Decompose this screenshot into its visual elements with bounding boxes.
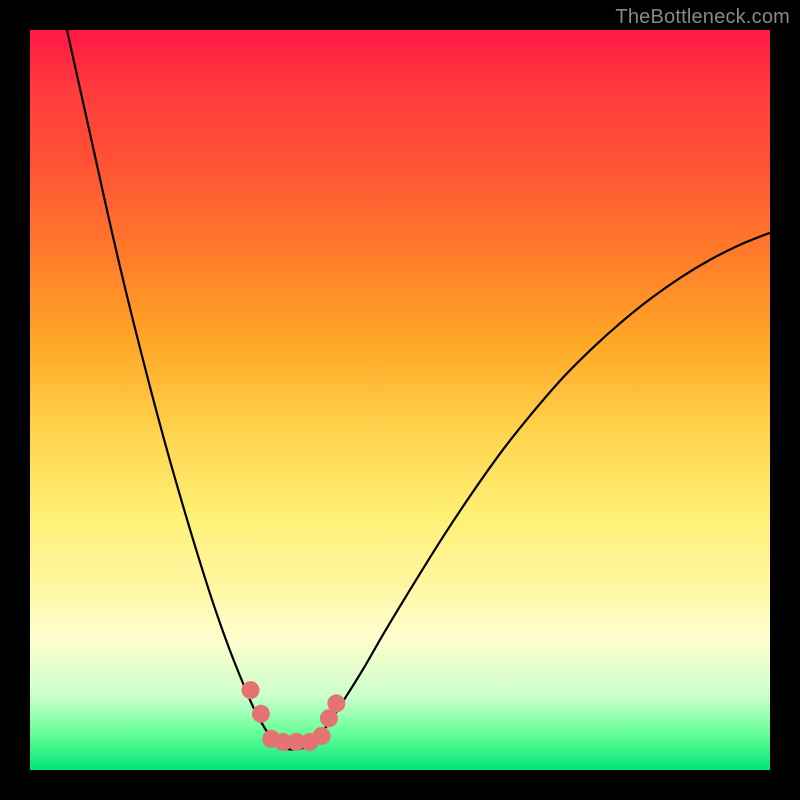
- watermark-label: TheBottleneck.com: [615, 6, 790, 29]
- curve-path: [67, 30, 770, 749]
- plot-area: [30, 30, 770, 770]
- curve-marker: [313, 727, 331, 745]
- curve-marker: [252, 705, 270, 723]
- curve-marker: [327, 694, 345, 712]
- curve-marker: [242, 681, 260, 699]
- chart-frame: TheBottleneck.com: [0, 0, 800, 800]
- bottleneck-curve: [30, 30, 770, 770]
- curve-markers: [242, 681, 346, 751]
